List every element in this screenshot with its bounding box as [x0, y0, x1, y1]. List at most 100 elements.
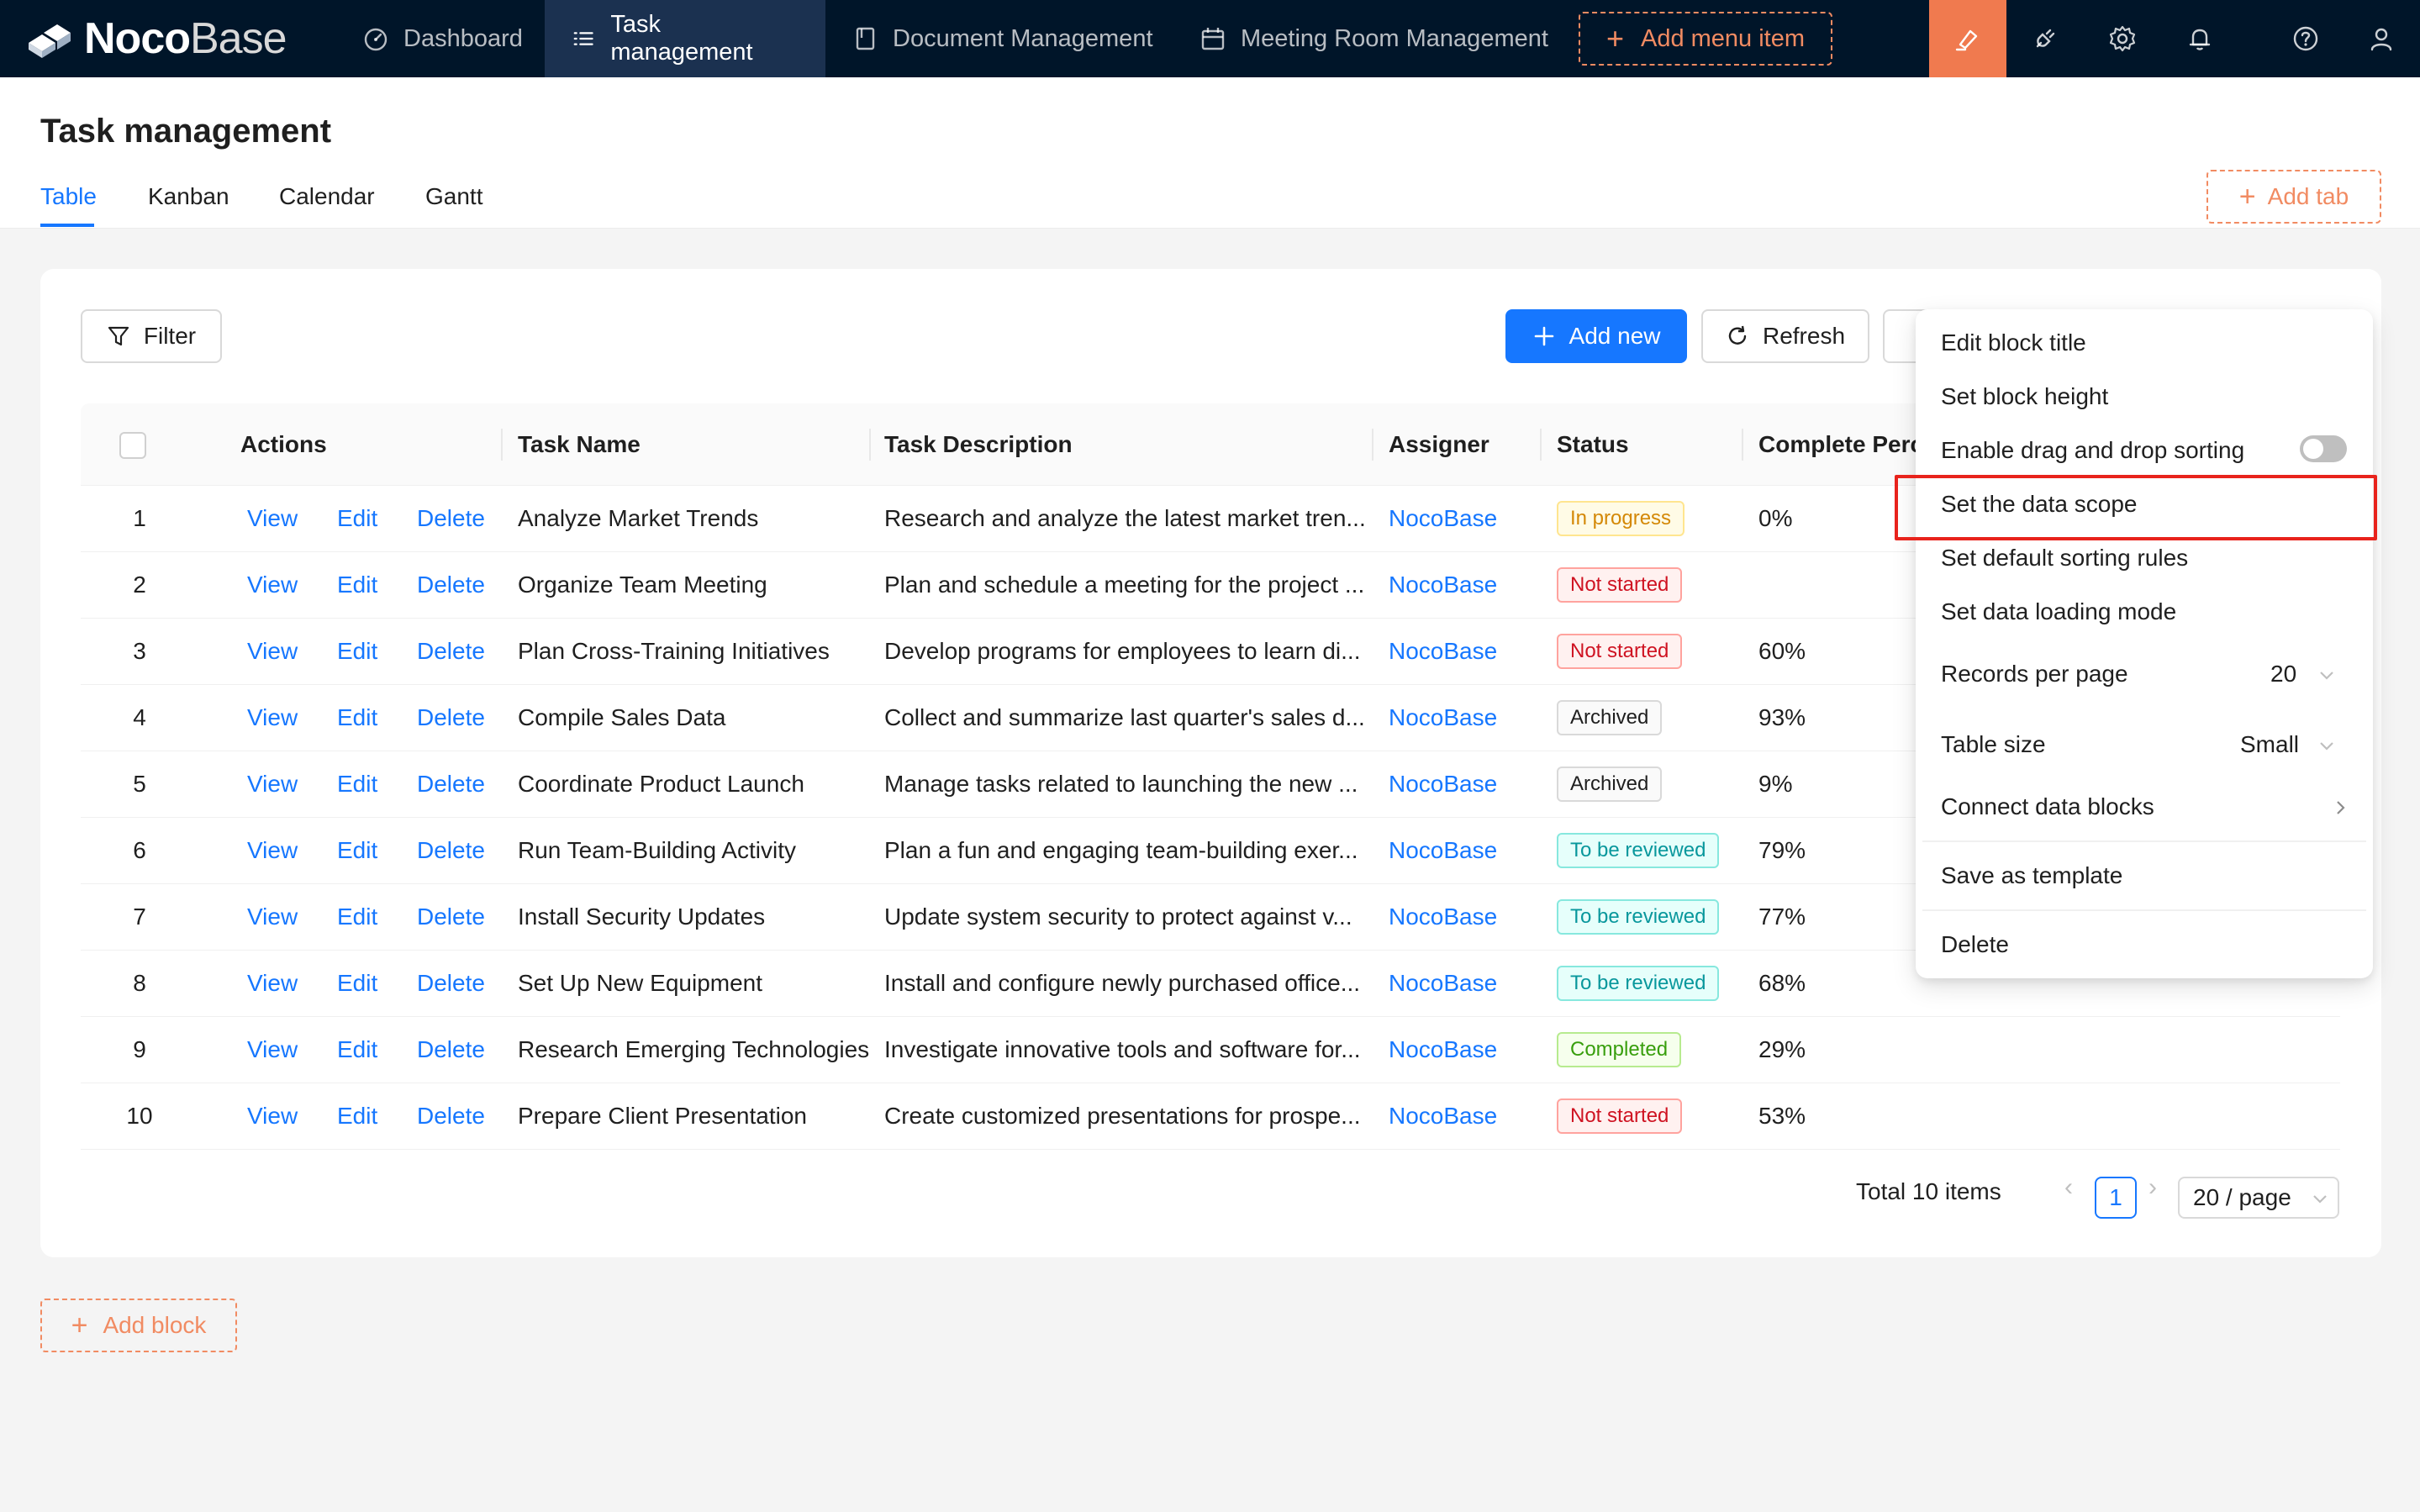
- tab-kanban[interactable]: Kanban: [148, 183, 229, 210]
- tab-table[interactable]: Table: [40, 183, 97, 210]
- pagination-prev-button[interactable]: ‹: [2064, 1173, 2073, 1202]
- task-name-cell: Set Up New Equipment: [518, 970, 763, 996]
- plus-icon: +: [2238, 180, 2256, 213]
- menu-item-default-sorting-rules[interactable]: Set default sorting rules: [1941, 545, 2188, 572]
- edit-link[interactable]: Edit: [337, 486, 377, 551]
- column-divider[interactable]: [1540, 429, 1542, 461]
- menu-item-delete[interactable]: Delete: [1941, 931, 2009, 958]
- view-link[interactable]: View: [247, 751, 298, 817]
- column-divider[interactable]: [501, 429, 503, 461]
- view-link[interactable]: View: [247, 884, 298, 950]
- row-index: 8: [133, 970, 146, 996]
- assigner-link[interactable]: NocoBase: [1389, 818, 1497, 883]
- status-badge: Not started: [1557, 1098, 1683, 1134]
- drag-sort-toggle[interactable]: [2300, 435, 2347, 462]
- column-header-task-description[interactable]: Task Description: [884, 403, 1073, 486]
- view-link[interactable]: View: [247, 552, 298, 618]
- view-link[interactable]: View: [247, 619, 298, 684]
- menu-item-records-per-page[interactable]: Records per page: [1941, 661, 2128, 688]
- menu-item-edit-block-title[interactable]: Edit block title: [1941, 329, 2086, 356]
- select-all-checkbox[interactable]: [119, 432, 146, 459]
- delete-link[interactable]: Delete: [417, 619, 485, 684]
- column-header-task-name[interactable]: Task Name: [518, 403, 641, 486]
- column-header-actions[interactable]: Actions: [240, 403, 327, 486]
- assigner-link[interactable]: NocoBase: [1389, 1083, 1497, 1149]
- assigner-link[interactable]: NocoBase: [1389, 619, 1497, 684]
- column-header-assigner[interactable]: Assigner: [1389, 403, 1489, 486]
- delete-link[interactable]: Delete: [417, 486, 485, 551]
- view-link[interactable]: View: [247, 1017, 298, 1083]
- menu-item-table-size[interactable]: Table size: [1941, 731, 2046, 758]
- tab-calendar[interactable]: Calendar: [279, 183, 375, 210]
- settings-button[interactable]: [2084, 0, 2161, 77]
- menu-item-drag-drop-sorting[interactable]: Enable drag and drop sorting: [1941, 437, 2244, 464]
- delete-link[interactable]: Delete: [417, 1017, 485, 1083]
- plugin-manager-button[interactable]: [2006, 0, 2084, 77]
- menu-item-connect-data-blocks[interactable]: Connect data blocks: [1941, 793, 2154, 820]
- delete-link[interactable]: Delete: [417, 685, 485, 751]
- assigner-link[interactable]: NocoBase: [1389, 751, 1497, 817]
- delete-link[interactable]: Delete: [417, 751, 485, 817]
- chevron-down-icon: [2320, 742, 2333, 751]
- view-link[interactable]: View: [247, 685, 298, 751]
- nav-item-task-management[interactable]: Task management: [545, 0, 825, 77]
- column-divider[interactable]: [1742, 429, 1743, 461]
- status-badge: In progress: [1557, 501, 1685, 536]
- edit-link[interactable]: Edit: [337, 619, 377, 684]
- tab-gantt[interactable]: Gantt: [425, 183, 482, 210]
- add-block-button[interactable]: + Add block: [40, 1299, 237, 1352]
- nocobase-logo[interactable]: Noco Base: [25, 13, 287, 64]
- edit-link[interactable]: Edit: [337, 1083, 377, 1149]
- nav-item-document-management[interactable]: Document Management: [825, 0, 1180, 77]
- refresh-label: Refresh: [1762, 323, 1846, 349]
- column-header-status[interactable]: Status: [1557, 403, 1629, 486]
- assigner-link[interactable]: NocoBase: [1389, 884, 1497, 950]
- delete-link[interactable]: Delete: [417, 884, 485, 950]
- task-name-cell: Compile Sales Data: [518, 704, 726, 730]
- edit-link[interactable]: Edit: [337, 951, 377, 1016]
- assigner-link[interactable]: NocoBase: [1389, 486, 1497, 551]
- delete-link[interactable]: Delete: [417, 552, 485, 618]
- edit-link[interactable]: Edit: [337, 1017, 377, 1083]
- nav-item-dashboard[interactable]: Dashboard: [336, 0, 550, 77]
- edit-link[interactable]: Edit: [337, 552, 377, 618]
- table-size-value[interactable]: Small: [2240, 731, 2299, 758]
- column-divider[interactable]: [1372, 429, 1373, 461]
- records-per-page-value[interactable]: 20: [2270, 661, 2296, 688]
- menu-item-data-loading-mode[interactable]: Set data loading mode: [1941, 598, 2176, 625]
- view-link[interactable]: View: [247, 1083, 298, 1149]
- view-link[interactable]: View: [247, 486, 298, 551]
- notifications-button[interactable]: [2161, 0, 2238, 77]
- edit-link[interactable]: Edit: [337, 751, 377, 817]
- assigner-link[interactable]: NocoBase: [1389, 552, 1497, 618]
- filter-button[interactable]: Filter: [81, 309, 222, 363]
- user-menu-button[interactable]: [2343, 0, 2420, 77]
- edit-link[interactable]: Edit: [337, 818, 377, 883]
- pagination-current-page[interactable]: 1: [2095, 1177, 2137, 1219]
- ui-editor-button[interactable]: [1929, 0, 2006, 77]
- help-button[interactable]: [2267, 0, 2344, 77]
- assigner-link[interactable]: NocoBase: [1389, 685, 1497, 751]
- assigner-link[interactable]: NocoBase: [1389, 1017, 1497, 1083]
- edit-link[interactable]: Edit: [337, 685, 377, 751]
- delete-link[interactable]: Delete: [417, 818, 485, 883]
- view-link[interactable]: View: [247, 818, 298, 883]
- add-menu-item-button[interactable]: + Add menu item: [1579, 12, 1832, 66]
- page-size-select[interactable]: 20 / page: [2178, 1177, 2339, 1219]
- add-new-button[interactable]: Add new: [1505, 309, 1687, 363]
- task-description-cell: Collect and summarize last quarter's sal…: [884, 704, 1365, 730]
- delete-link[interactable]: Delete: [417, 1083, 485, 1149]
- add-tab-button[interactable]: + Add tab: [2206, 170, 2381, 224]
- menu-item-save-as-template[interactable]: Save as template: [1941, 862, 2122, 889]
- menu-item-set-block-height[interactable]: Set block height: [1941, 383, 2108, 410]
- table-row[interactable]: 9 View Edit Delete Research Emerging Technol…: [81, 1017, 2340, 1083]
- delete-link[interactable]: Delete: [417, 951, 485, 1016]
- view-link[interactable]: View: [247, 951, 298, 1016]
- nav-item-meeting-room-management[interactable]: Meeting Room Management: [1173, 0, 1575, 77]
- column-divider[interactable]: [869, 429, 871, 461]
- edit-link[interactable]: Edit: [337, 884, 377, 950]
- pagination-next-button[interactable]: ›: [2148, 1173, 2157, 1202]
- table-row[interactable]: 10 View Edit Delete Prepare Client Presentat…: [81, 1083, 2340, 1150]
- assigner-link[interactable]: NocoBase: [1389, 951, 1497, 1016]
- refresh-button[interactable]: Refresh: [1701, 309, 1869, 363]
